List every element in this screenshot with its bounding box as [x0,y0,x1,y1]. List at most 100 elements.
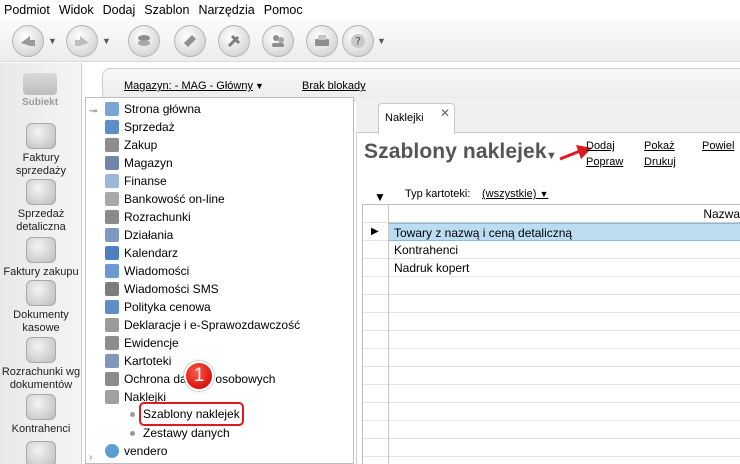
pin-icon[interactable]: ⊸ [89,106,97,117]
menu-szablon[interactable]: Szablon [144,3,189,17]
tree-label: Kalendarz [124,246,179,260]
drukuj-link[interactable]: Drukuj [644,156,676,168]
home-icon [105,102,119,116]
tree-label: vendero [124,444,168,458]
tree-item-wiadomosci-sms[interactable]: Wiadomości SMS [105,280,219,298]
tree-item-finanse[interactable]: Finanse [105,172,167,190]
nav-label: Faktury zakupu [3,266,79,278]
settlements-icon [105,210,119,224]
contractor-icon [26,394,56,420]
eraser-icon [184,35,196,47]
menu-widok[interactable]: Widok [59,3,94,17]
forward-dropdown-icon[interactable]: ▼ [102,36,111,46]
tree-item-dzialania[interactable]: Działania [105,226,173,244]
coins-button[interactable] [128,25,160,57]
chevron-down-icon: ▼ [254,81,264,91]
menu-narzedzia[interactable]: Narzędzia [198,3,254,17]
table-row[interactable]: Towary z nazwą i ceną detaliczną [394,226,572,240]
menu-pomoc[interactable]: Pomoc [264,3,303,17]
nav-faktury-zakupu[interactable]: Faktury zakupu [0,237,82,279]
help-dropdown-icon[interactable]: ▼ [377,36,386,46]
highlight-box [139,402,244,426]
nav-rozrachunki[interactable]: Rozrachunki wg dokumentów [0,337,82,392]
back-arrow-icon [21,36,35,46]
users-button[interactable] [262,25,294,57]
tree-item-bankowosc[interactable]: Bankowość on-line [105,190,225,208]
tree-item-polityka-cenowa[interactable]: Polityka cenowa [105,298,211,316]
logo-icon [23,73,57,95]
title-dropdown-icon[interactable]: ▼ [546,150,557,162]
tree-item-ewidencje[interactable]: Ewidencje [105,334,179,352]
forward-arrow-icon [75,36,89,46]
calendar-icon [105,246,119,260]
tree-label: Działania [124,228,174,242]
back-button[interactable] [12,25,44,57]
cart-icon [105,138,119,152]
help-button[interactable]: ? [342,25,374,57]
tree-item-deklaracje[interactable]: Deklaracje i e-Sprawozdawczość [105,316,300,334]
printer-button[interactable] [306,25,338,57]
tree-item-kartoteki[interactable]: Kartoteki [105,352,171,370]
pokaz-link[interactable]: Pokaż [644,140,675,152]
tools-button[interactable] [218,25,250,57]
sms-icon [105,282,119,296]
filter-collapse-icon[interactable]: ▼ [374,190,386,204]
column-header-nazwa[interactable]: Nazwa [703,207,740,221]
dodaj-link[interactable]: Dodaj [586,140,615,152]
blokada-link[interactable]: Brak blokady [302,80,366,92]
nav-dokumenty-kasowe[interactable]: Dokumenty kasowe [0,280,82,335]
data-protection-icon [105,372,119,386]
help-icon: ? [351,34,365,48]
grid-header[interactable]: Nazwa [389,204,740,223]
forward-button[interactable] [66,25,98,57]
tree-item-wiadomosci[interactable]: Wiadomości [105,262,189,280]
chevron-down-icon: ▼ [539,189,549,199]
menu-dodaj[interactable]: Dodaj [103,3,136,17]
close-icon[interactable]: ✕ [440,106,450,120]
tree-item-rozrachunki[interactable]: Rozrachunki [105,208,191,226]
nav-label: Dokumenty kasowe [13,309,69,334]
sticker-icon [105,390,119,404]
cash-documents-icon [26,280,56,306]
nav-sprzedaz-detaliczna[interactable]: Sprzedaż detaliczna [0,179,82,234]
left-navigation: Subiekt Faktury sprzedaży Sprzedaż detal… [0,63,82,464]
nav-kontrahenci[interactable]: Kontrahenci [0,394,82,436]
tab-label: Naklejki [385,112,424,124]
price-policy-icon [105,300,119,314]
sales-icon [105,120,119,134]
table-row[interactable]: Kontrahenci [394,243,458,257]
purchase-invoice-icon [26,237,56,263]
tree-item-magazyn[interactable]: Magazyn [105,154,173,172]
table-row[interactable]: Nadruk kopert [394,261,469,275]
retail-sales-icon [26,179,56,205]
records-icon [105,336,119,350]
nav-faktury-sprzedazy[interactable]: Faktury sprzedaży [0,123,82,178]
more-icon [26,441,56,464]
powiel-link[interactable]: Powiel [702,140,734,152]
finance-icon [105,174,119,188]
magazyn-selector[interactable]: Magazyn: - MAG - Główny ▼ [124,80,264,92]
tree-item-zakup[interactable]: Zakup [105,136,157,154]
tree-subitem-zestawy[interactable]: Zestawy danych [130,424,230,442]
expand-icon[interactable]: › [89,452,92,463]
eraser-button[interactable] [174,25,206,57]
nav-more[interactable] [0,441,82,464]
tree-item-vendero[interactable]: vendero [105,442,167,460]
tree-item-sprzedaz[interactable]: Sprzedaż [105,118,175,136]
row-header-column [362,204,389,464]
popraw-link[interactable]: Popraw [586,156,623,168]
tree-label: Zestawy danych [143,426,230,440]
filter-label: Typ kartoteki: [405,188,471,200]
tree-item-strona-glowna[interactable]: Strona główna [105,100,201,118]
svg-text:?: ? [355,35,361,48]
back-dropdown-icon[interactable]: ▼ [48,36,57,46]
filter-select[interactable]: (wszystkie) ▼ [482,188,548,200]
tree-label: Finanse [124,174,167,188]
nav-label: Kontrahenci [11,423,71,435]
menu-podmiot[interactable]: Podmiot [4,3,50,17]
card-file-icon [105,354,119,368]
tree-label: Sprzedaż [124,120,175,134]
tree-item-kalendarz[interactable]: Kalendarz [105,244,178,262]
tree-label: Zakup [124,138,158,152]
declaration-icon [105,318,119,332]
